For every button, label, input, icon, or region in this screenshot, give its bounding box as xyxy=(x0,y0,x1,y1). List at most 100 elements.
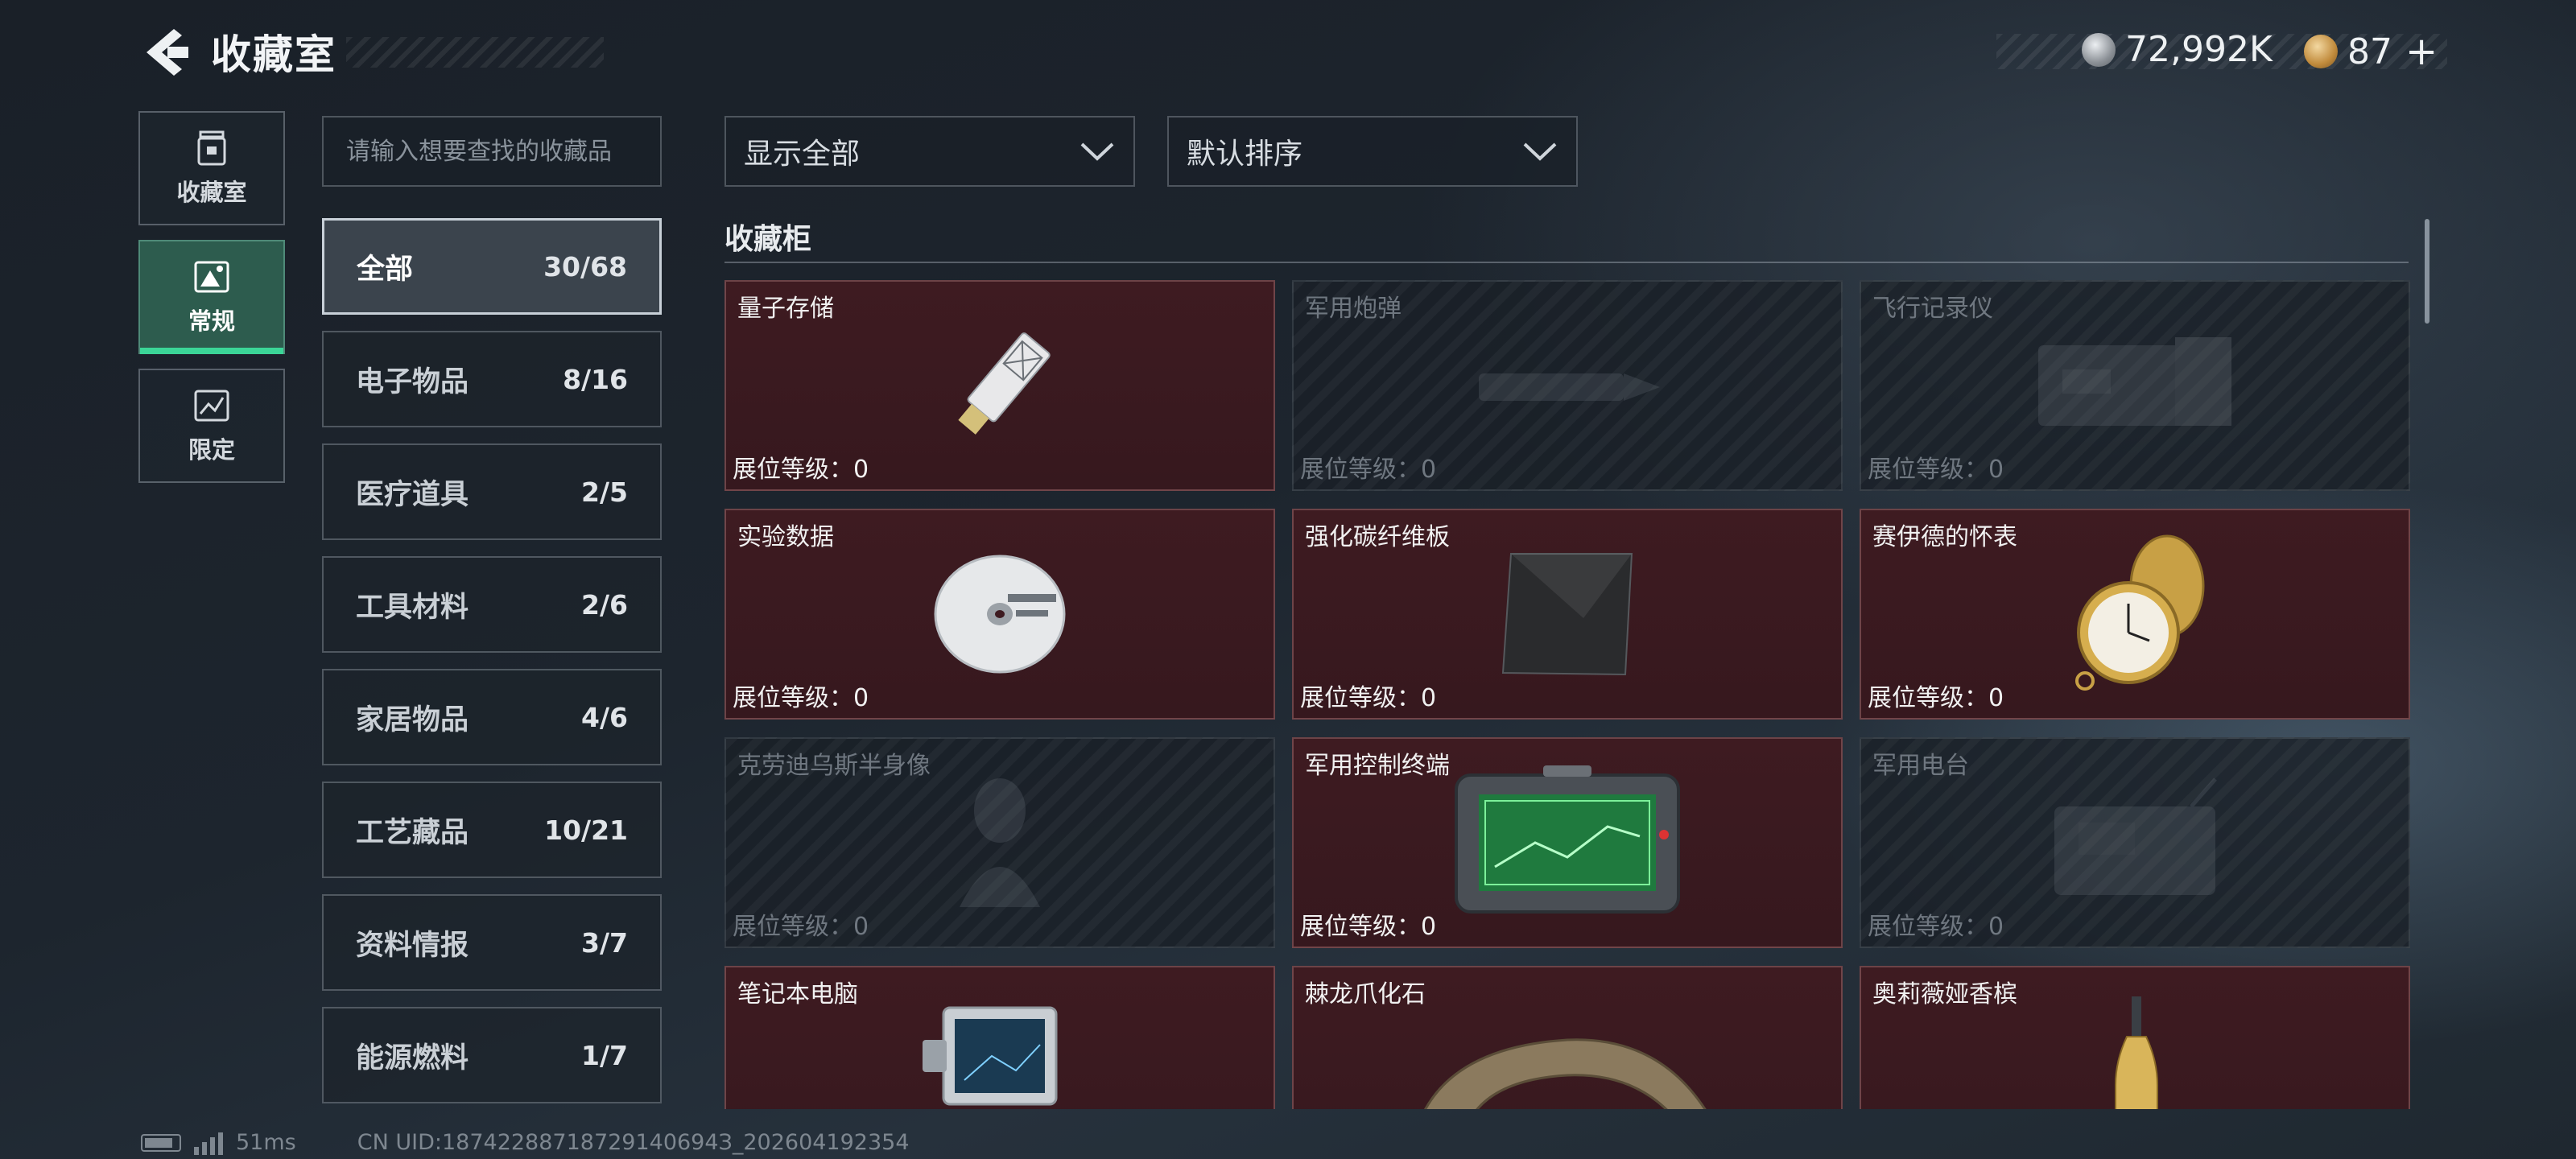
display-level: 展位等级：0 xyxy=(733,684,869,712)
currency-silver-amount: 72,992K xyxy=(2125,29,2273,70)
item-card[interactable]: 赛伊德的怀表 展位等级：0 xyxy=(1860,509,2410,720)
item-name: 笔记本电脑 xyxy=(737,980,858,1008)
carbon-plate-icon xyxy=(1501,553,1633,676)
display-level: 展位等级：0 xyxy=(733,456,869,484)
item-card[interactable]: 棘龙爪化石 展位等级：0 xyxy=(1292,966,1843,1109)
trash-can-icon xyxy=(197,130,226,166)
display-level: 展位等级：0 xyxy=(1300,456,1437,484)
item-card[interactable]: 实验数据 展位等级：0 xyxy=(724,509,1275,720)
chevron-down-icon xyxy=(1523,142,1557,161)
category-label: 工艺藏品 xyxy=(356,816,469,849)
shell-icon xyxy=(1479,373,1660,401)
category-crafts[interactable]: 工艺藏品 10/21 xyxy=(322,782,662,878)
category-label: 工具材料 xyxy=(356,591,469,624)
item-name: 赛伊德的怀表 xyxy=(1872,523,2017,551)
pocket-watch-icon xyxy=(2075,534,2205,691)
sort-dropdown[interactable]: 默认排序 xyxy=(1167,116,1578,187)
ping-text: 51ms xyxy=(236,1130,296,1155)
category-tools[interactable]: 工具材料 2/6 xyxy=(322,556,662,653)
collection-grid[interactable]: 量子存储 展位等级：0 军用炮弹 展位等级：0 飞行记录仪 展位等级：0 实验数… xyxy=(724,280,2415,1109)
category-count: 3/7 xyxy=(581,926,628,959)
category-count: 8/16 xyxy=(563,363,628,395)
currency-silver: 72,992K xyxy=(2082,29,2273,70)
category-label: 医疗道具 xyxy=(356,478,469,511)
tab-limited-label: 限定 xyxy=(188,436,235,464)
category-count: 30/68 xyxy=(543,250,627,283)
display-level: 展位等级：0 xyxy=(1868,684,2004,712)
page-title: 收藏室 xyxy=(211,31,336,78)
category-count: 10/21 xyxy=(544,814,628,846)
category-label: 能源燃料 xyxy=(356,1041,469,1074)
usb-drive-icon xyxy=(958,332,1051,435)
add-currency-button[interactable]: + xyxy=(2405,29,2438,74)
item-card-locked[interactable]: 军用电台 展位等级：0 xyxy=(1860,737,2410,948)
category-household[interactable]: 家居物品 4/6 xyxy=(322,669,662,765)
item-name: 军用控制终端 xyxy=(1305,752,1450,780)
search-input[interactable] xyxy=(322,116,662,187)
item-card[interactable]: 奥莉薇娅香槟 展位等级：0 xyxy=(1860,966,2410,1109)
currency-gold[interactable]: 87 + xyxy=(2304,29,2438,74)
signal-icon xyxy=(194,1131,223,1155)
category-label: 家居物品 xyxy=(356,703,469,736)
gold-coin-icon xyxy=(2304,35,2338,68)
category-label: 电子物品 xyxy=(356,365,469,398)
category-electronics[interactable]: 电子物品 8/16 xyxy=(322,331,662,427)
filter-dropdown[interactable]: 显示全部 xyxy=(724,116,1135,187)
filter-dropdown-value: 显示全部 xyxy=(744,138,861,171)
uid-text: CN UID:18742288718729140694З_20260419235… xyxy=(357,1130,910,1155)
bust-icon xyxy=(960,778,1040,907)
item-card-locked[interactable]: 飞行记录仪 展位等级：0 xyxy=(1860,280,2410,491)
currency-gold-amount: 87 xyxy=(2347,31,2392,72)
item-name: 克劳迪乌斯半身像 xyxy=(737,752,931,780)
sort-dropdown-value: 默认排序 xyxy=(1187,138,1303,171)
grid-scrollbar[interactable] xyxy=(2425,219,2429,324)
category-all[interactable]: 全部 30/68 xyxy=(322,218,662,315)
flight-recorder-icon xyxy=(2038,337,2231,426)
radio-icon xyxy=(2054,777,2217,895)
disc-icon xyxy=(934,555,1066,674)
item-card-locked[interactable]: 克劳迪乌斯半身像 展位等级：0 xyxy=(724,737,1275,948)
category-label: 资料情报 xyxy=(356,929,469,962)
display-level: 展位等级：0 xyxy=(1868,913,2004,941)
category-energy[interactable]: 能源燃料 1/7 xyxy=(322,1007,662,1103)
tab-collection-room-label: 收藏室 xyxy=(176,179,247,206)
display-level: 展位等级：0 xyxy=(733,913,869,941)
tab-regular[interactable]: 常规 xyxy=(138,240,285,354)
category-medical[interactable]: 医疗道具 2/5 xyxy=(322,443,662,540)
item-name: 奥莉薇娅香槟 xyxy=(1872,980,2017,1008)
back-arrow-icon[interactable] xyxy=(137,24,193,80)
category-intel[interactable]: 资料情报 3/7 xyxy=(322,894,662,991)
item-name: 强化碳纤维板 xyxy=(1305,523,1450,551)
category-count: 4/6 xyxy=(581,701,628,733)
item-name: 棘龙爪化石 xyxy=(1305,980,1426,1008)
section-divider xyxy=(724,262,2409,263)
tab-limited[interactable]: 限定 xyxy=(138,369,285,483)
tab-collection-room[interactable]: 收藏室 xyxy=(138,111,285,225)
item-name: 量子存储 xyxy=(737,295,834,323)
item-name: 实验数据 xyxy=(737,523,834,551)
item-card[interactable]: 量子存储 展位等级：0 xyxy=(724,280,1275,491)
terminal-icon xyxy=(1455,765,1680,914)
title-decoration xyxy=(346,37,604,68)
display-level: 展位等级：0 xyxy=(1300,684,1437,712)
item-card[interactable]: 军用控制终端 展位等级：0 xyxy=(1292,737,1843,948)
limited-chart-icon xyxy=(194,390,229,422)
display-level: 展位等级：0 xyxy=(1868,456,2004,484)
category-count: 2/6 xyxy=(581,588,628,621)
item-card[interactable]: 强化碳纤维板 展位等级：0 xyxy=(1292,509,1843,720)
status-footer: 51ms CN UID:18742288718729140694З_202604… xyxy=(141,1130,910,1155)
item-name: 军用电台 xyxy=(1872,752,1969,780)
display-level: 展位等级：0 xyxy=(1300,913,1437,941)
category-count: 1/7 xyxy=(581,1039,628,1071)
image-frame-icon xyxy=(194,261,229,293)
chevron-down-icon xyxy=(1080,142,1114,161)
claw-fossil-icon xyxy=(1424,1038,1707,1109)
champagne-icon xyxy=(2115,996,2158,1109)
item-card[interactable]: 笔记本电脑 展位等级：0 xyxy=(724,966,1275,1109)
category-count: 2/5 xyxy=(581,476,628,508)
battery-icon xyxy=(141,1133,181,1152)
item-card-locked[interactable]: 军用炮弹 展位等级：0 xyxy=(1292,280,1843,491)
item-name: 飞行记录仪 xyxy=(1872,295,1993,323)
laptop-icon xyxy=(923,1006,1058,1106)
category-label: 全部 xyxy=(357,253,414,286)
